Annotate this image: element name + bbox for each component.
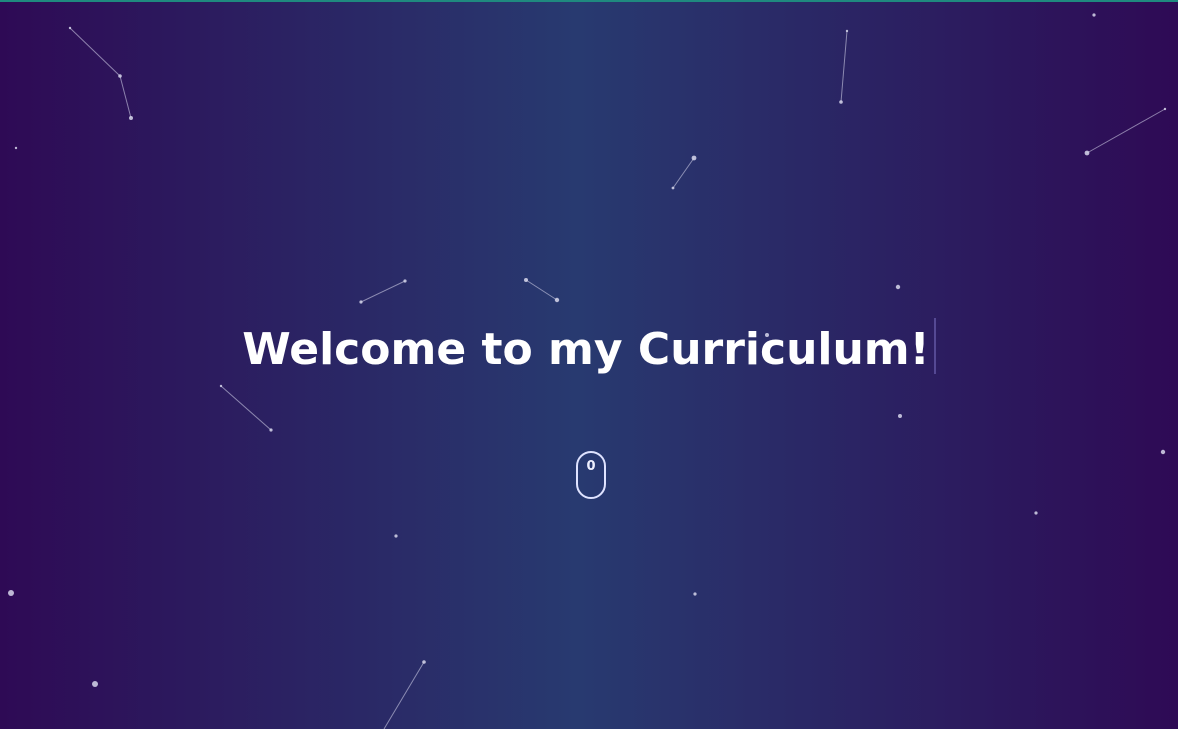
particle-link <box>360 280 406 303</box>
particle <box>359 300 363 304</box>
hero-headline: Welcome to my Curriculum! <box>0 318 1178 380</box>
scroll-indicator-label: 0 <box>586 459 596 474</box>
particle <box>839 100 843 104</box>
particle <box>8 590 14 596</box>
typing-caret <box>933 318 936 374</box>
particle <box>1092 13 1096 17</box>
particle-link <box>119 75 132 119</box>
particle <box>14 146 18 150</box>
particle <box>403 279 407 283</box>
particle <box>219 384 223 388</box>
particle <box>1034 511 1038 515</box>
particle <box>422 660 426 664</box>
particle <box>554 297 560 303</box>
particle <box>845 29 849 33</box>
particle-link <box>69 27 121 77</box>
particle <box>118 74 122 78</box>
particle-link <box>525 279 558 301</box>
particle <box>269 428 273 432</box>
particle <box>92 681 98 687</box>
particle <box>394 534 398 538</box>
particle <box>68 26 72 30</box>
particle-link <box>220 385 272 431</box>
particle <box>524 278 528 282</box>
particle <box>693 592 697 596</box>
hero-headline-text: Welcome to my Curriculum! <box>242 324 930 375</box>
particle-link <box>1086 108 1166 154</box>
particle <box>129 116 133 120</box>
particle-link <box>840 30 848 103</box>
particle <box>898 414 902 418</box>
particle <box>1084 150 1090 156</box>
particle <box>895 284 901 290</box>
scroll-down-indicator[interactable]: 0 <box>576 451 606 499</box>
particle <box>1160 449 1166 455</box>
particle <box>671 186 675 190</box>
particle-link <box>383 661 425 729</box>
particle <box>1163 107 1167 111</box>
particle <box>691 155 697 161</box>
particle-link <box>672 157 695 189</box>
